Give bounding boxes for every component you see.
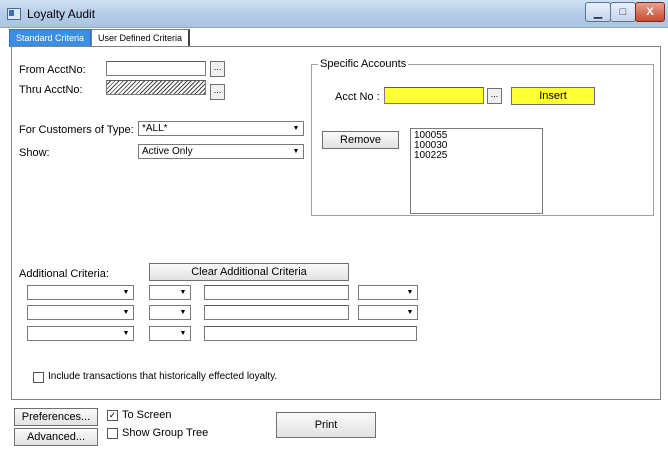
criteria-operator-select[interactable]: ▼ xyxy=(149,285,191,300)
title-bar xyxy=(0,0,668,28)
to-screen-label: To Screen xyxy=(122,409,172,421)
accounts-list[interactable]: 100055 100030 100225 xyxy=(410,128,543,214)
criteria-value-input[interactable] xyxy=(204,326,417,341)
chevron-down-icon: ▼ xyxy=(406,289,414,296)
app-icon xyxy=(7,8,21,20)
criteria-field-select[interactable]: ▼ xyxy=(27,285,134,300)
chevron-down-icon: ▼ xyxy=(406,309,414,316)
criteria-field-select[interactable]: ▼ xyxy=(27,326,134,341)
chevron-down-icon: ▼ xyxy=(179,330,187,337)
include-transactions-label: Include transactions that historically e… xyxy=(48,371,278,382)
thru-acct-input[interactable] xyxy=(106,80,206,95)
acct-no-browse-button[interactable]: ... xyxy=(487,88,502,104)
show-group-tree-checkbox[interactable] xyxy=(107,428,118,439)
clear-additional-criteria-button[interactable]: Clear Additional Criteria xyxy=(149,263,349,281)
preferences-button[interactable]: Preferences... xyxy=(14,408,98,426)
acct-no-label: Acct No : xyxy=(335,91,380,103)
from-acct-browse-button[interactable]: ... xyxy=(210,61,225,77)
from-acct-input[interactable] xyxy=(106,61,206,76)
include-transactions-checkbox[interactable] xyxy=(33,372,44,383)
criteria-value-input[interactable] xyxy=(204,305,349,320)
criteria-value-input[interactable] xyxy=(204,285,349,300)
show-group-tree-label: Show Group Tree xyxy=(122,427,209,439)
chevron-down-icon: ▼ xyxy=(292,125,300,132)
chevron-down-icon: ▼ xyxy=(179,289,187,296)
criteria-field-select[interactable]: ▼ xyxy=(27,305,134,320)
chevron-down-icon: ▼ xyxy=(292,148,300,155)
close-button[interactable]: X xyxy=(635,2,665,22)
acct-no-input[interactable] xyxy=(384,87,484,104)
show-select[interactable]: Active Only ▼ xyxy=(138,144,304,159)
customer-type-value: *ALL* xyxy=(142,123,168,134)
maximize-button[interactable]: □ xyxy=(610,2,636,22)
customer-type-label: For Customers of Type: xyxy=(19,124,134,136)
thru-acct-browse-button[interactable]: ... xyxy=(210,84,225,100)
criteria-connector-select[interactable]: ▼ xyxy=(358,285,418,300)
chevron-down-icon: ▼ xyxy=(179,309,187,316)
remove-button[interactable]: Remove xyxy=(322,131,399,149)
show-value: Active Only xyxy=(142,146,193,157)
minimize-button[interactable]: ▁ xyxy=(585,2,611,22)
window-title: Loyalty Audit xyxy=(27,7,96,21)
additional-criteria-label: Additional Criteria: xyxy=(19,268,109,280)
advanced-button[interactable]: Advanced... xyxy=(14,428,98,446)
thru-acct-label: Thru AcctNo: xyxy=(19,84,83,96)
to-screen-checkbox[interactable]: ✓ xyxy=(107,410,118,421)
chevron-down-icon: ▼ xyxy=(122,330,130,337)
specific-accounts-legend: Specific Accounts xyxy=(318,58,409,70)
from-acct-label: From AcctNo: xyxy=(19,64,86,76)
list-item[interactable]: 100225 xyxy=(414,151,539,161)
chevron-down-icon: ▼ xyxy=(122,309,130,316)
show-label: Show: xyxy=(19,147,50,159)
insert-button[interactable]: Insert xyxy=(511,87,595,105)
tab-standard-criteria[interactable]: Standard Criteria xyxy=(9,29,92,47)
print-button[interactable]: Print xyxy=(276,412,376,438)
tab-user-defined-criteria[interactable]: User Defined Criteria xyxy=(91,29,191,47)
criteria-connector-select[interactable]: ▼ xyxy=(358,305,418,320)
criteria-operator-select[interactable]: ▼ xyxy=(149,305,191,320)
criteria-operator-select[interactable]: ▼ xyxy=(149,326,191,341)
customer-type-select[interactable]: *ALL* ▼ xyxy=(138,121,304,136)
chevron-down-icon: ▼ xyxy=(122,289,130,296)
